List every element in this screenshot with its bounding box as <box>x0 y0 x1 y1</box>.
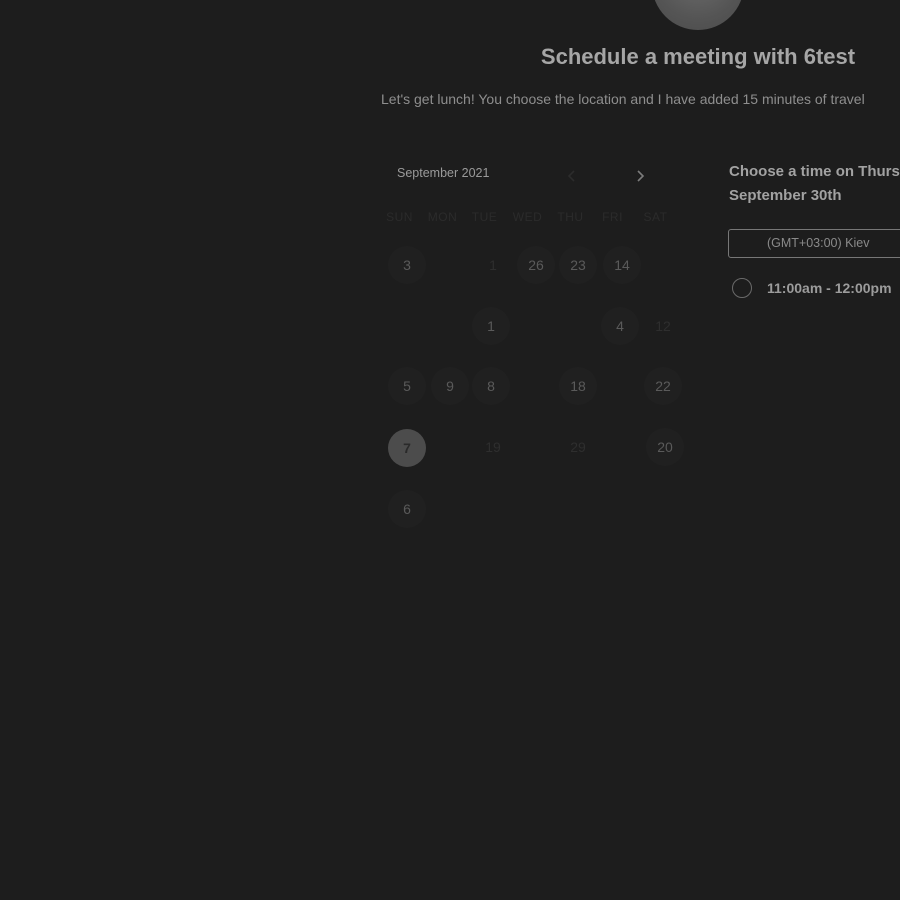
radio-icon[interactable] <box>732 278 752 298</box>
weekday-sat: SAT <box>643 210 668 224</box>
weekday-mon: MON <box>427 210 458 224</box>
time-panel-heading: Choose a time on Thursday, September 30t… <box>729 160 900 208</box>
calendar-day[interactable]: 14 <box>603 246 641 284</box>
event-description: Let's get lunch! You choose the location… <box>381 91 865 107</box>
page-title: Schedule a meeting with 6test <box>540 44 856 69</box>
host-avatar <box>652 0 744 30</box>
weekday-fri: FRI <box>602 210 623 224</box>
prev-month-button[interactable] <box>562 166 582 186</box>
calendar-day[interactable]: 26 <box>517 246 555 284</box>
scheduling-page: Schedule a meeting with 6test Let's get … <box>0 0 900 900</box>
timezone-selector[interactable]: (GMT+03:00) Kiev <box>728 229 900 258</box>
calendar-day[interactable]: 9 <box>431 367 469 405</box>
chevron-right-icon <box>637 170 645 182</box>
calendar-day-selected[interactable]: 7 <box>388 429 426 467</box>
calendar-day[interactable]: 8 <box>472 367 510 405</box>
calendar-day[interactable]: 6 <box>388 490 426 528</box>
calendar-day[interactable]: 22 <box>644 367 682 405</box>
calendar-day[interactable]: 3 <box>388 246 426 284</box>
calendar-day[interactable]: 1 <box>474 246 512 284</box>
calendar-day[interactable]: 29 <box>559 428 597 466</box>
weekday-wed: WED <box>512 210 543 224</box>
weekday-thu: THU <box>557 210 584 224</box>
time-panel-heading-line2: September 30th <box>729 187 842 204</box>
calendar-month-label: September 2021 <box>397 166 490 180</box>
calendar-day[interactable]: 23 <box>559 246 597 284</box>
time-slot[interactable]: 11:00am - 12:00pm <box>731 277 900 301</box>
calendar-day[interactable]: 20 <box>646 428 684 466</box>
time-panel-heading-line1: Choose a time on Thursday, <box>729 163 900 180</box>
calendar-day[interactable]: 18 <box>559 367 597 405</box>
time-slot-label: 11:00am - 12:00pm <box>767 280 892 296</box>
calendar-day[interactable]: 4 <box>601 307 639 345</box>
calendar-day[interactable]: 19 <box>474 428 512 466</box>
weekday-tue: TUE <box>471 210 498 224</box>
chevron-left-icon <box>567 170 575 182</box>
calendar-day[interactable]: 12 <box>644 307 682 345</box>
next-month-button[interactable] <box>631 166 651 186</box>
calendar-day[interactable]: 1 <box>472 307 510 345</box>
calendar-day[interactable]: 5 <box>388 367 426 405</box>
weekday-sun: SUN <box>386 210 413 224</box>
